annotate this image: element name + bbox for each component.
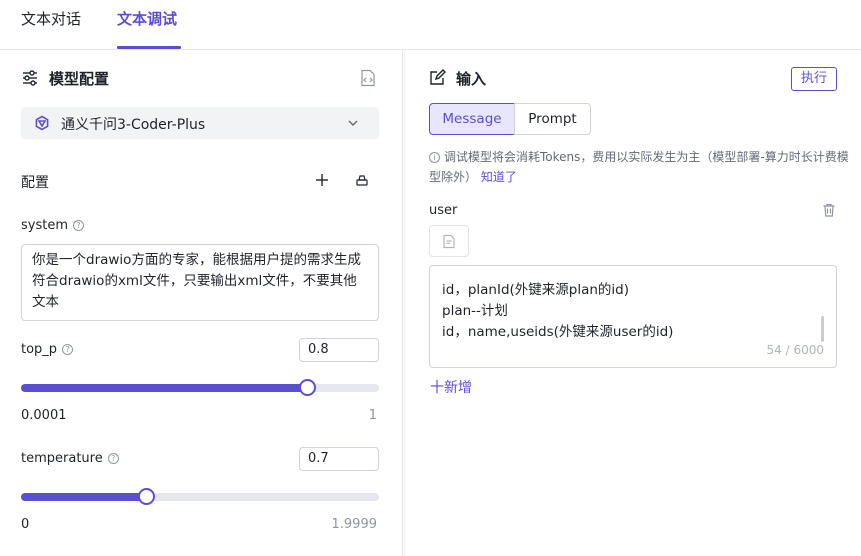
message-line: id，planId(外键来源plan的id) <box>442 282 630 298</box>
tab-text-debug[interactable]: 文本调试 <box>117 9 177 29</box>
model-name: 通义千问3-Coder-Plus <box>61 117 206 133</box>
tab-prompt[interactable]: Prompt <box>514 103 591 135</box>
model-config-panel: 模型配置 通义千问3-Coder-Plus 配置 system? 你是一个dra… <box>0 50 403 556</box>
trash-icon[interactable] <box>822 203 836 221</box>
temperature-min: 0 <box>21 517 30 532</box>
model-config-title: 模型配置 <box>49 70 110 88</box>
scrollbar-thumb[interactable] <box>821 316 824 342</box>
system-label: system? <box>21 218 84 233</box>
temperature-input[interactable]: 0.7 <box>299 447 379 471</box>
document-icon <box>442 234 456 253</box>
sliders-icon <box>21 69 39 91</box>
chevron-down-icon <box>347 117 359 133</box>
temperature-slider[interactable] <box>21 488 379 505</box>
temperature-label-text: temperature <box>21 451 103 466</box>
tab-message[interactable]: Message <box>429 103 515 135</box>
top-p-label-text: top_p <box>21 342 58 357</box>
top-p-max: 1 <box>368 408 377 423</box>
top-p-min: 0.0001 <box>21 408 67 423</box>
insert-template-button[interactable] <box>429 225 469 257</box>
top-p-slider-fill <box>21 384 308 392</box>
temperature-max: 1.9999 <box>331 517 378 532</box>
run-button[interactable]: 执行 <box>791 67 837 91</box>
top-p-input[interactable]: 0.8 <box>299 338 379 362</box>
message-textarea[interactable]: id，planId(外键来源plan的id) plan--计划 id，name,… <box>429 265 837 368</box>
tab-text-chat[interactable]: 文本对话 <box>21 9 81 29</box>
role-label: user <box>429 203 458 218</box>
system-label-text: system <box>21 218 68 233</box>
input-title: 输入 <box>456 70 487 88</box>
add-message-button[interactable]: 十新增 <box>430 377 472 397</box>
message-line: plan--计划 <box>442 303 508 319</box>
active-tab-indicator <box>117 46 181 49</box>
config-title: 配置 <box>21 175 49 191</box>
temperature-label: temperature? <box>21 451 119 466</box>
clear-icon[interactable] <box>355 174 369 192</box>
cost-notice: i 调试模型将会消耗Tokens，费用以实际发生为主（模型部署-算力时长计费模型除… <box>429 147 849 187</box>
code-file-icon[interactable] <box>360 69 376 91</box>
info-icon: i <box>429 152 440 163</box>
plus-icon[interactable] <box>315 173 329 191</box>
char-counter: 54 / 6000 <box>766 343 824 357</box>
top-tab-bar: 文本对话 文本调试 <box>0 0 861 50</box>
model-logo-icon <box>34 115 50 135</box>
help-icon[interactable]: ? <box>73 220 84 231</box>
temperature-slider-fill <box>21 493 147 501</box>
help-icon[interactable]: ? <box>107 453 119 464</box>
top-p-label: top_p? <box>21 342 74 357</box>
temperature-slider-thumb[interactable] <box>138 488 156 505</box>
top-p-slider[interactable] <box>21 379 379 396</box>
got-it-link[interactable]: 知道了 <box>481 170 517 184</box>
input-panel: 输入 执行 Message Prompt i 调试模型将会消耗Tokens，费用以… <box>404 50 861 556</box>
top-p-slider-thumb[interactable] <box>299 379 317 396</box>
edit-icon <box>429 69 446 90</box>
help-icon[interactable]: ? <box>62 344 74 355</box>
model-select[interactable]: 通义千问3-Coder-Plus <box>21 107 379 139</box>
system-prompt-textarea[interactable]: 你是一个drawio方面的专家，能根据用户提的需求生成符合drawio的xml文… <box>21 244 379 321</box>
